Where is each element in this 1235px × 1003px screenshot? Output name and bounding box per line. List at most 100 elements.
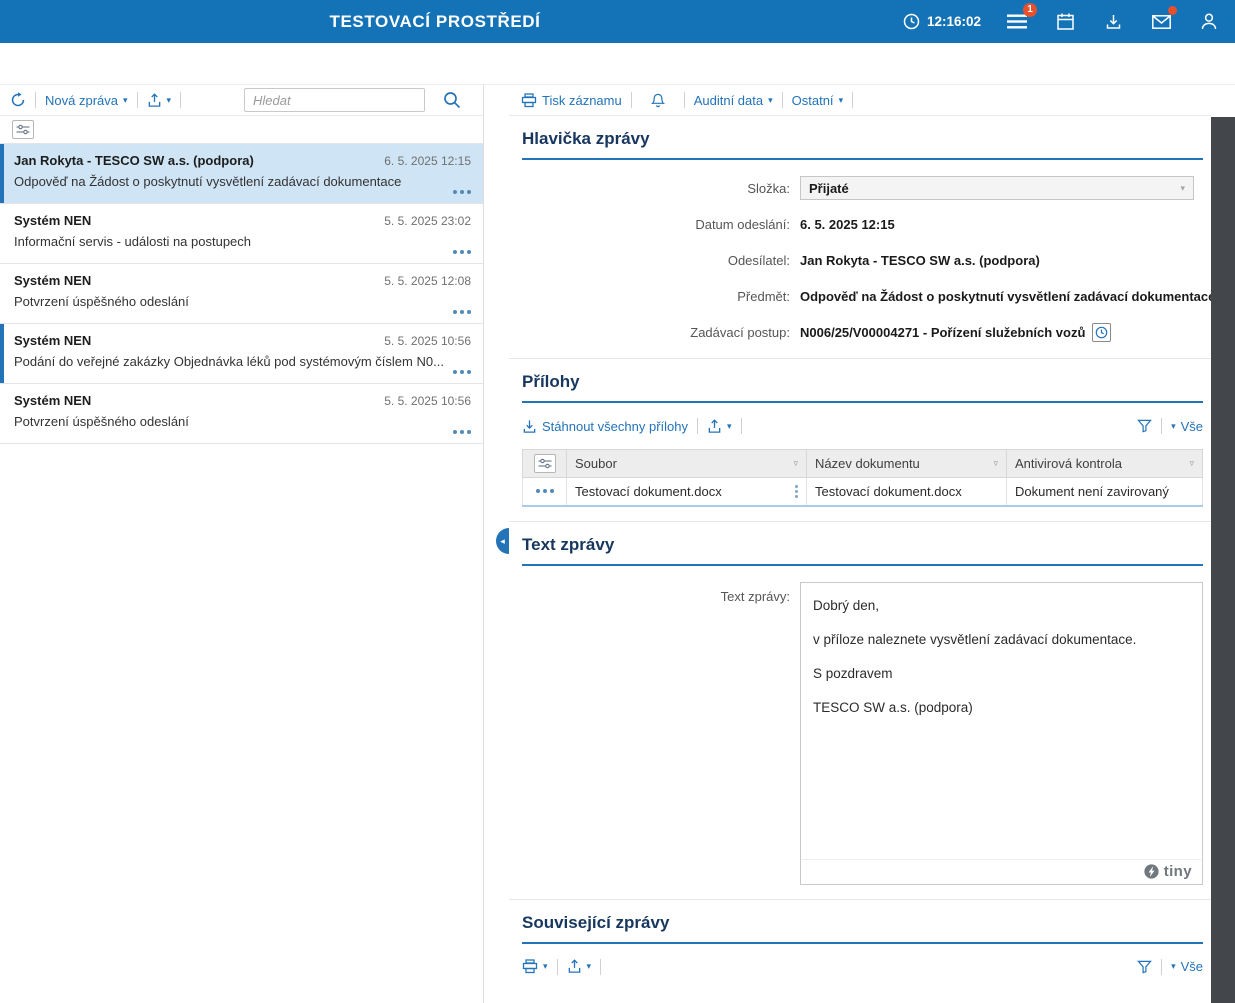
message-actions-menu[interactable] — [453, 430, 471, 434]
scrollbar[interactable] — [1211, 117, 1235, 1003]
message-list-item[interactable]: Systém NEN 5. 5. 2025 12:08 Potvrzení ús… — [0, 264, 483, 324]
new-message-label: Nová zpráva — [45, 93, 118, 108]
separator — [631, 92, 632, 108]
column-header-label: Soubor — [575, 456, 617, 471]
download-all-label: Stáhnout všechny přílohy — [542, 419, 688, 434]
message-sender: Systém NEN — [14, 213, 91, 228]
menu-button[interactable]: 1 — [1005, 10, 1029, 34]
message-sender: Systém NEN — [14, 333, 91, 348]
mail-badge — [1168, 6, 1177, 15]
mail-button[interactable] — [1149, 10, 1173, 34]
sort-icon[interactable]: ▿ — [785, 458, 798, 469]
procedure-history-button[interactable] — [1092, 323, 1111, 342]
message-item-header: Systém NEN 5. 5. 2025 12:08 — [14, 273, 471, 288]
attachment-row[interactable]: Testovací dokument.docx Testovací dokume… — [523, 478, 1203, 506]
downloads-button[interactable] — [1101, 10, 1125, 34]
message-list-item[interactable]: Systém NEN 5. 5. 2025 10:56 Podání do ve… — [0, 324, 483, 384]
chevron-down-icon: ▾ — [543, 962, 548, 971]
message-actions-menu[interactable] — [453, 310, 471, 314]
print-related-button[interactable]: ▾ — [522, 959, 548, 974]
sort-icon[interactable]: ▿ — [985, 458, 998, 469]
folder-select[interactable]: Přijaté ▾ — [800, 176, 1194, 200]
download-all-attachments-button[interactable]: Stáhnout všechny přílohy — [522, 419, 688, 434]
attachments-table: Soubor ▿ Název dokumentu▿ Antivirová kont… — [522, 449, 1203, 507]
message-list-item[interactable]: Jan Rokyta - TESCO SW a.s. (podpora) 6. … — [0, 144, 483, 204]
message-subject: Odpověď na Žádost o poskytnutí vysvětlen… — [14, 174, 471, 189]
message-text-field: Text zprávy: Dobrý den, v příloze nalezn… — [522, 582, 1203, 885]
history-clock-icon — [1095, 326, 1108, 339]
subject-field: Předmět: Odpověď na Žádost o poskytnutí … — [522, 284, 1203, 308]
message-actions-menu[interactable] — [453, 370, 471, 374]
procedure-value-wrap: N006/25/V00004271 - Pořízení služebních … — [800, 323, 1111, 342]
new-message-button[interactable]: Nová zpráva ▾ — [45, 93, 128, 108]
clock-icon — [903, 13, 920, 30]
notifications-button[interactable] — [641, 93, 675, 108]
message-actions-menu[interactable] — [453, 190, 471, 194]
grid-settings-button[interactable] — [534, 454, 556, 473]
message-text-editor[interactable]: Dobrý den, v příloze naleznete vysvětlen… — [800, 582, 1203, 885]
folder-label: Složka: — [522, 181, 800, 196]
attachments-section: Přílohy Stáhnout všechny přílohy ▾ ▾ Vše — [509, 358, 1211, 521]
row-actions-menu[interactable] — [536, 489, 554, 493]
separator — [697, 418, 698, 434]
history-icon — [10, 92, 26, 108]
bell-icon — [651, 93, 665, 108]
collapse-panel-button[interactable]: ◂ — [496, 528, 509, 554]
attachment-document-name: Testovací dokument.docx — [807, 478, 1007, 506]
filter-button[interactable] — [1137, 419, 1152, 433]
print-record-button[interactable]: Tisk záznamu — [521, 93, 622, 108]
sent-date-label: Datum odeslání: — [522, 217, 800, 232]
attachments-toolbar-right: ▾ Vše — [1137, 418, 1203, 434]
attachment-antivirus-status: Dokument není zavirovaný — [1007, 478, 1203, 506]
column-header-label: Antivirová kontrola — [1015, 456, 1122, 471]
sent-date-field: Datum odeslání: 6. 5. 2025 12:15 — [522, 212, 1203, 236]
column-header-document-name[interactable]: Název dokumentu▿ — [807, 450, 1007, 478]
user-button[interactable] — [1197, 10, 1221, 34]
separator — [35, 92, 36, 108]
view-all-label: Vše — [1181, 419, 1203, 434]
message-item-header: Systém NEN 5. 5. 2025 23:02 — [14, 213, 471, 228]
sort-icon[interactable]: ▿ — [1181, 458, 1194, 469]
message-text-paragraph: TESCO SW a.s. (podpora) — [813, 700, 1190, 715]
view-all-button[interactable]: ▾ Vše — [1171, 959, 1203, 974]
history-button[interactable] — [10, 92, 26, 108]
column-header-file[interactable]: Soubor ▿ — [567, 450, 807, 478]
audit-data-button[interactable]: Auditní data ▾ — [694, 93, 773, 108]
column-header-antivirus[interactable]: Antivirová kontrola ▿ — [1007, 450, 1203, 478]
search-button[interactable] — [443, 91, 461, 109]
message-subject: Potvrzení úspěšného odeslání — [14, 414, 471, 429]
separator — [1161, 418, 1162, 434]
message-date: 5. 5. 2025 10:56 — [384, 394, 471, 408]
message-text-paragraph: Dobrý den, — [813, 598, 1190, 613]
filter-button[interactable] — [1137, 960, 1152, 974]
message-list-item[interactable]: Systém NEN 5. 5. 2025 10:56 Potvrzení ús… — [0, 384, 483, 444]
procedure-label: Zadávací postup: — [522, 325, 800, 340]
grid-settings-button[interactable] — [12, 120, 34, 139]
separator — [180, 92, 181, 108]
procedure-field: Zadávací postup: N006/25/V00004271 - Poř… — [522, 320, 1203, 344]
message-list-item[interactable]: Systém NEN 5. 5. 2025 23:02 Informační s… — [0, 204, 483, 264]
topbar: TESTOVACÍ PROSTŘEDÍ 12:16:02 1 — [0, 0, 1235, 43]
download-icon — [522, 419, 537, 434]
message-item-header: Systém NEN 5. 5. 2025 10:56 — [14, 393, 471, 408]
export-messages-button[interactable]: ▾ — [147, 93, 172, 108]
print-record-label: Tisk záznamu — [542, 93, 622, 108]
view-all-button[interactable]: ▾ Vše — [1171, 419, 1203, 434]
export-attachments-button[interactable]: ▾ — [707, 419, 732, 434]
attachment-row-menu-cell — [523, 478, 567, 506]
separator — [557, 959, 558, 975]
message-actions-menu[interactable] — [453, 250, 471, 254]
search-input[interactable] — [244, 88, 425, 112]
message-list-subtoolbar — [0, 116, 483, 144]
export-related-button[interactable]: ▾ — [567, 959, 592, 974]
chevron-down-icon: ▾ — [587, 962, 592, 971]
drag-handle-icon[interactable] — [795, 485, 798, 498]
chevron-down-icon: ▾ — [1180, 183, 1185, 194]
other-button[interactable]: Ostatní ▾ — [792, 93, 843, 108]
subject-value: Odpověď na Žádost o poskytnutí vysvětlen… — [800, 289, 1215, 304]
message-text-section: Text zprávy Text zprávy: Dobrý den, v př… — [509, 521, 1211, 899]
message-text-label: Text zprávy: — [522, 582, 800, 604]
chevron-down-icon: ▾ — [768, 96, 773, 105]
message-date: 5. 5. 2025 12:08 — [384, 274, 471, 288]
calendar-button[interactable] — [1053, 10, 1077, 34]
